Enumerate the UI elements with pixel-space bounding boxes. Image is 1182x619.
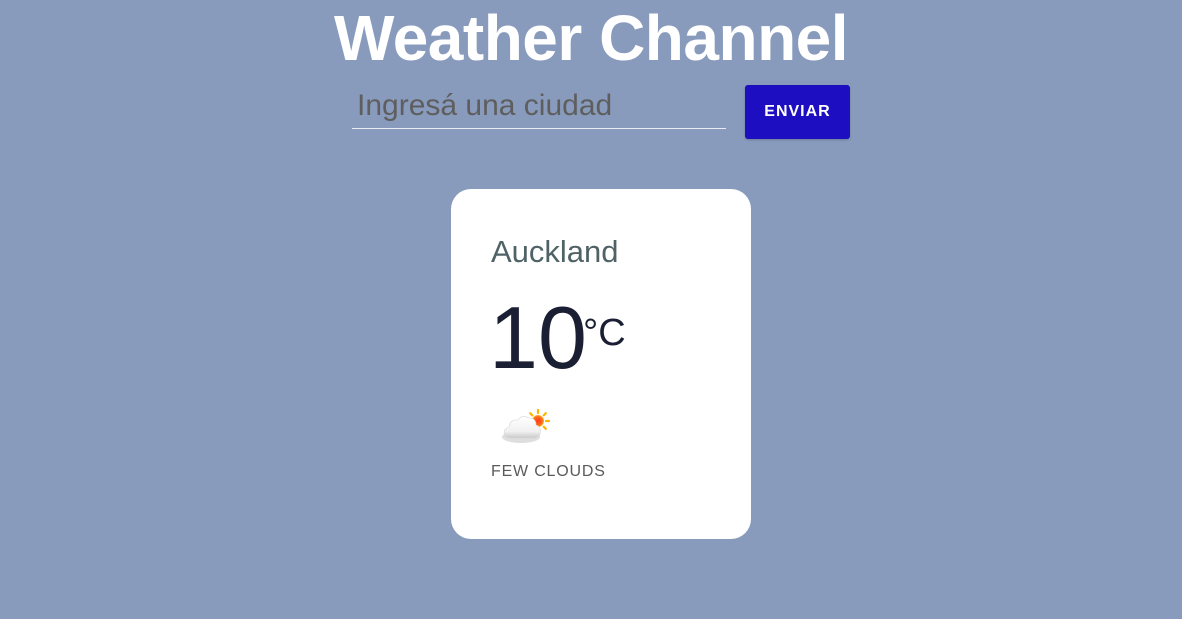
page-title: Weather Channel bbox=[333, 2, 849, 74]
city-search-input[interactable] bbox=[352, 84, 726, 129]
city-name: Auckland bbox=[491, 234, 619, 269]
city-search-form: ENVIAR bbox=[352, 84, 850, 140]
temperature-value: 10 bbox=[489, 288, 587, 387]
temperature-unit: °C bbox=[583, 312, 626, 354]
few-clouds-icon bbox=[499, 407, 551, 445]
weather-description: FEW CLOUDS bbox=[491, 463, 606, 480]
weather-card: Auckland 10 °C FEW CLOUDS bbox=[451, 189, 751, 539]
submit-button[interactable]: ENVIAR bbox=[745, 85, 850, 139]
